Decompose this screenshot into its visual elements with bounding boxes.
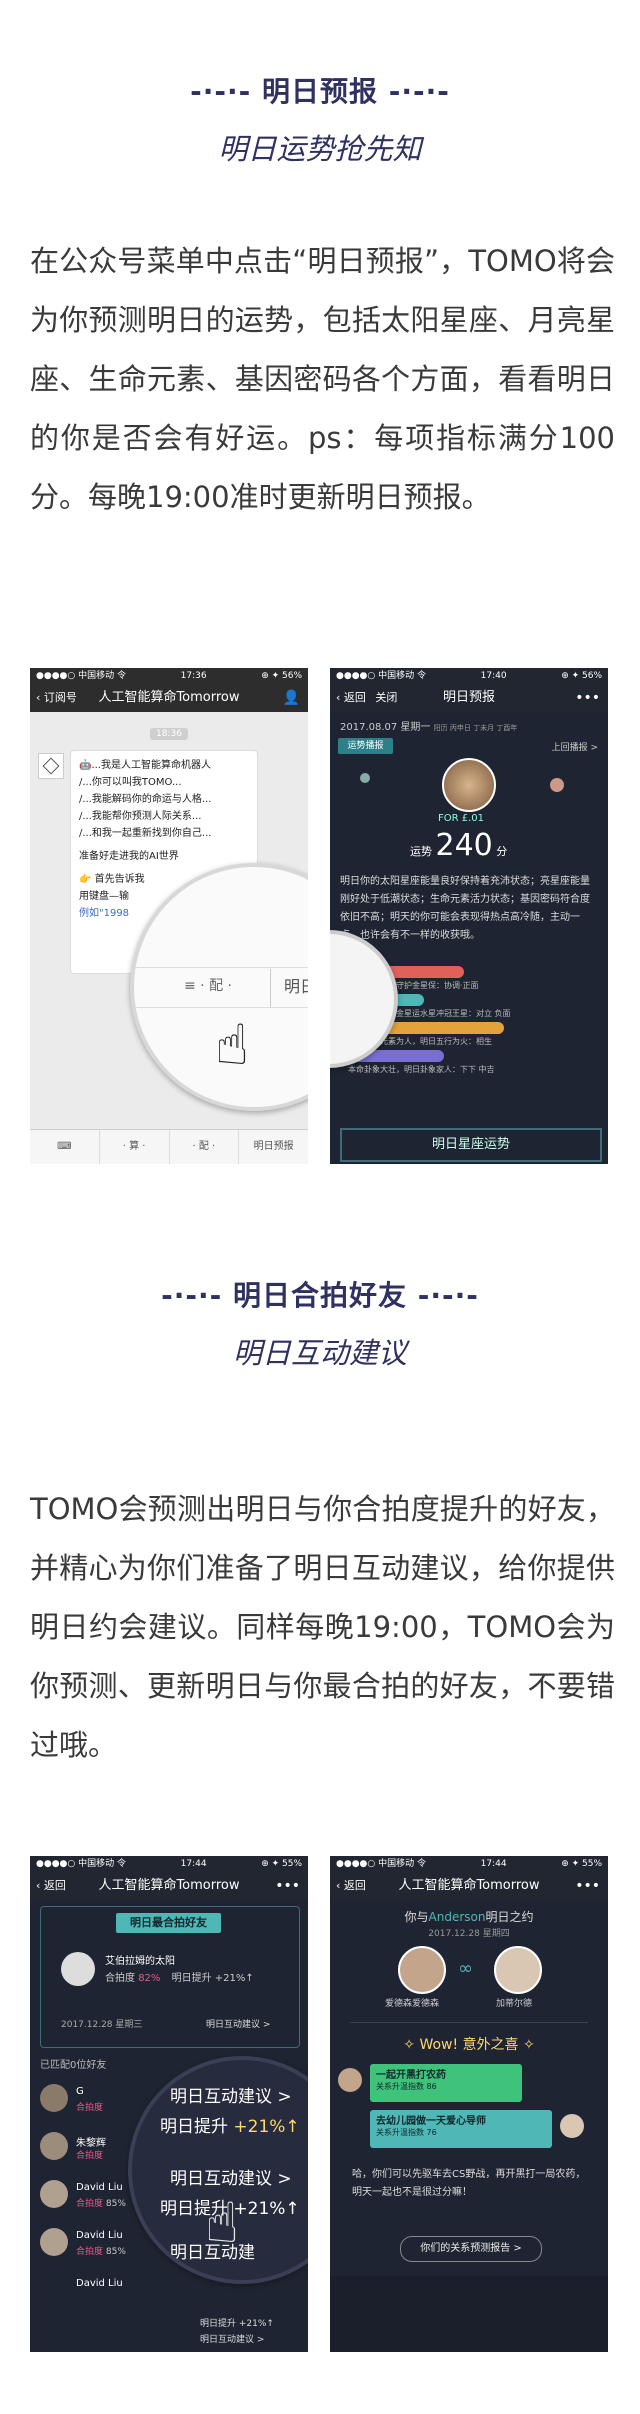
fortune-score: 运势 240 分 bbox=[410, 828, 508, 863]
nav-title: 人工智能算命Tomorrow bbox=[98, 690, 240, 705]
planet-icon bbox=[360, 773, 370, 783]
plan-bubble-1[interactable]: 一起开黑打农药 关系升温指数 86 bbox=[370, 2064, 522, 2102]
screenshot-best-friend: ●●●●○ 中国移动 令 17:44 ⊕ ✦ 55% ‹ 返回 人工智能算命To… bbox=[30, 1856, 308, 2352]
avatar-a bbox=[398, 1946, 446, 1994]
advice-link[interactable]: 明日互动建议 > bbox=[206, 2017, 270, 2030]
zoom-menu-match[interactable]: ≡ · 配 · bbox=[184, 975, 232, 995]
nav-title: 人工智能算命Tomorrow bbox=[398, 1878, 540, 1893]
nav-bar: ‹ 订阅号 人工智能算命Tomorrow 👤 bbox=[30, 684, 308, 712]
previous-report-link[interactable]: 上回播报 > bbox=[552, 740, 598, 753]
nav-bar: ‹ 返回 人工智能算命Tomorrow ••• bbox=[330, 1872, 608, 1900]
profile-icon[interactable]: 👤 bbox=[283, 684, 300, 712]
section2-paragraph: TOMO会预测出明日与你合拍度提升的好友，并精心为你们准备了明日互动建议，给你提… bbox=[30, 1492, 615, 1762]
section1-title: -·-·- 明日预报 -·-·- bbox=[190, 75, 450, 108]
nav-title: 明日预报 bbox=[442, 690, 495, 705]
forecast-description: 明日你的太阳星座能量良好保持着充沛状态；亮星座能量刚好处于低潮状态；生命元素活力… bbox=[340, 876, 590, 941]
section1-paragraph: 在公众号菜单中点击“明日预报”，TOMO将会为你预测明日的运势，包括太阳星座、月… bbox=[30, 244, 615, 514]
back-button[interactable]: ‹ 返回 bbox=[36, 1872, 66, 1900]
status-bar: ●●●●○ 中国移动 令 17:36 ⊕ ✦ 56% bbox=[30, 668, 308, 684]
for-label: FOR £.01 bbox=[438, 813, 485, 824]
section2-subtitle: 明日互动建议 bbox=[232, 1336, 407, 1370]
nav-title: 人工智能算命Tomorrow bbox=[98, 1878, 240, 1893]
close-button[interactable]: 关闭 bbox=[375, 691, 397, 704]
nav-bar: ‹ 返回 关闭 明日预报 ••• bbox=[330, 684, 608, 712]
avatar-b bbox=[494, 1946, 542, 1994]
best-friend-card: 明日最合拍好友 艾伯拉姆的太阳 合拍度 82% 明日提升 +21%↑ 2017.… bbox=[40, 1906, 300, 2048]
plan-bubble-2[interactable]: 去幼儿园做一天爱心导师 关系升温指数 76 bbox=[370, 2110, 552, 2148]
keyboard-icon[interactable]: ⌨ bbox=[30, 1130, 99, 1164]
back-button[interactable]: ‹ 返回 关闭 bbox=[336, 684, 397, 712]
person-a-name: 爱德森爱德森 bbox=[385, 1999, 440, 2009]
menu-item-match[interactable]: · 配 · bbox=[168, 1130, 239, 1164]
person-b-name: 加蒂尔德 bbox=[496, 1999, 533, 2009]
back-button[interactable]: ‹ 订阅号 bbox=[36, 684, 77, 712]
user-avatar bbox=[442, 758, 496, 812]
magnifier-overlay bbox=[330, 930, 398, 1068]
date-label: 2017.12.28 星期四 bbox=[428, 1929, 510, 1939]
avatar-small-a bbox=[338, 2068, 362, 2092]
forecast-date: 2017.08.07 星期一 阳历 丙申日 丁未月 丁酉年 bbox=[340, 722, 518, 733]
more-icon[interactable]: ••• bbox=[575, 1872, 600, 1900]
match-score: 合拍度 82% 明日提升 +21%↑ bbox=[105, 1973, 254, 1984]
plan-description: 哈，你们可以先驱车去CS野战，再开黑打一局农药，明天一起也不是很过分嘛！ bbox=[352, 2169, 586, 2198]
section1-subtitle: 明日运势抢先知 bbox=[218, 132, 422, 166]
friend-name: 艾伯拉姆的太阳 bbox=[105, 1956, 175, 1967]
list-item[interactable]: David Liu bbox=[40, 2270, 190, 2300]
status-bar: ●●●●○ 中国移动 令 17:44 ⊕ ✦ 55% bbox=[30, 1856, 308, 1872]
status-bar: ●●●●○ 中国移动 令 17:40 ⊕ ✦ 56% bbox=[330, 668, 608, 684]
screenshot-forecast: ●●●●○ 中国移动 令 17:40 ⊕ ✦ 56% ‹ 返回 关闭 明日预报 … bbox=[330, 668, 608, 1164]
zoom-menu-forecast[interactable]: 明日预报 bbox=[284, 973, 308, 997]
menu-item-forecast[interactable]: 明日预报 bbox=[238, 1130, 308, 1164]
pointing-hand-icon: ☝ bbox=[205, 2191, 240, 2256]
menu-item-fortune[interactable]: · 算 · bbox=[98, 1130, 169, 1164]
timestamp: 18:36 bbox=[150, 728, 188, 740]
nav-bar: ‹ 返回 人工智能算命Tomorrow ••• bbox=[30, 1872, 308, 1900]
screenshot-date-plan: ●●●●○ 中国移动 令 17:44 ⊕ ✦ 55% ‹ 返回 人工智能算命To… bbox=[330, 1856, 608, 2352]
card-date: 2017.12.28 星期三 bbox=[61, 2020, 143, 2030]
link-icon: ∞ bbox=[458, 1958, 473, 1979]
list-header: 已匹配0位好友 bbox=[40, 2060, 107, 2071]
forecast-footer: 明日星座运势 bbox=[340, 1128, 602, 1162]
avatar-small-b bbox=[560, 2114, 584, 2138]
pointing-hand-icon: ☝ bbox=[215, 1013, 250, 1078]
friend-avatar bbox=[61, 1952, 95, 1986]
back-button[interactable]: ‹ 返回 bbox=[336, 1872, 366, 1900]
more-icon[interactable]: ••• bbox=[275, 1872, 300, 1900]
wechat-menu-bar: ⌨ · 算 · · 配 · 明日预报 bbox=[30, 1129, 308, 1164]
screenshot-chat-menu: ●●●●○ 中国移动 令 17:36 ⊕ ✦ 56% ‹ 订阅号 人工智能算命T… bbox=[30, 668, 308, 1164]
more-icon[interactable]: ••• bbox=[575, 684, 600, 712]
wow-title: ✧ Wow! 意外之喜 ✧ bbox=[403, 2037, 535, 2053]
planet-icon bbox=[550, 778, 564, 792]
bot-avatar bbox=[38, 753, 64, 779]
date-header: 你与Anderson明日之约 bbox=[404, 1910, 534, 1924]
report-button[interactable]: 你们的关系预测报告 > bbox=[400, 2236, 542, 2262]
report-badge: 运势播报 bbox=[338, 738, 393, 754]
status-bar: ●●●●○ 中国移动 令 17:44 ⊕ ✦ 55% bbox=[330, 1856, 608, 1872]
section2-title: -·-·- 明日合拍好友 -·-·- bbox=[161, 1279, 479, 1312]
card-title: 明日最合拍好友 bbox=[116, 1913, 221, 1933]
